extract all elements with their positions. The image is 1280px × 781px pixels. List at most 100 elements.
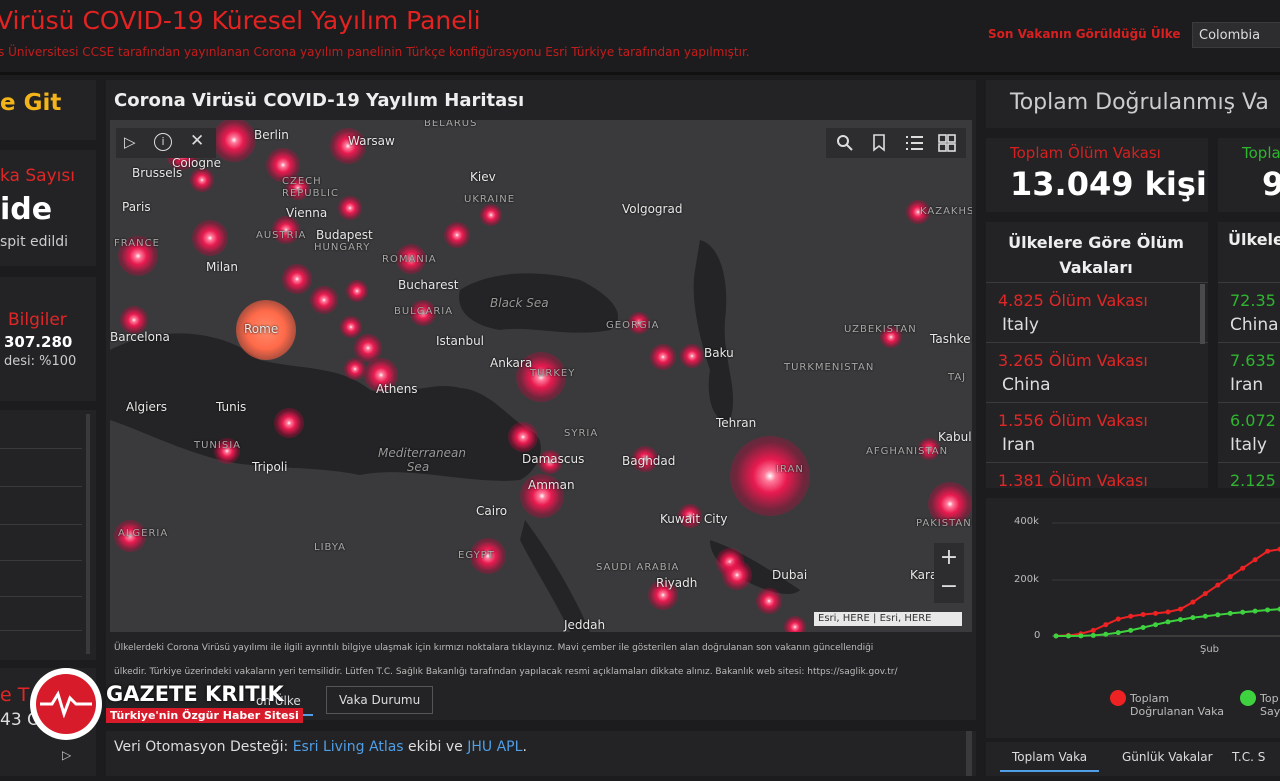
hotspot-marker[interactable]: [282, 264, 312, 294]
country-name: Iran: [1230, 375, 1264, 395]
hotspot-marker[interactable]: [340, 316, 362, 338]
list-item[interactable]: 72.35 China: [1218, 282, 1280, 342]
data-point[interactable]: [1090, 632, 1096, 638]
hotspot-marker[interactable]: [784, 616, 806, 632]
list-item[interactable]: 1.381 Ölüm Vakası: [986, 462, 1208, 488]
list-item[interactable]: 1.556 Ölüm Vakası Iran: [986, 402, 1208, 462]
footer-suffix: .: [522, 739, 527, 755]
hotspot-marker[interactable]: [508, 422, 538, 452]
data-point[interactable]: [1240, 609, 1246, 615]
hotspot-marker[interactable]: [444, 222, 470, 248]
data-point[interactable]: [1090, 627, 1096, 633]
data-point[interactable]: [1128, 613, 1134, 619]
data-point[interactable]: [1177, 606, 1183, 612]
hotspot-marker[interactable]: [190, 168, 214, 192]
bookmark-icon[interactable]: [872, 134, 886, 152]
list-item[interactable]: 6.072 Italy: [1218, 402, 1280, 462]
data-point[interactable]: [1153, 610, 1159, 616]
hotspot-marker[interactable]: [756, 588, 782, 614]
list-scrollbar[interactable]: [1200, 284, 1205, 344]
hotspot-marker[interactable]: [310, 286, 338, 314]
data-point[interactable]: [1240, 565, 1246, 571]
data-point[interactable]: [1227, 610, 1233, 616]
data-point[interactable]: [1265, 607, 1271, 613]
jhu-apl-link[interactable]: JHU APL: [467, 739, 522, 755]
data-point[interactable]: [1165, 609, 1171, 615]
data-point[interactable]: [1128, 627, 1134, 633]
cases-line-chart[interactable]: [986, 498, 1280, 668]
layer-list-icon[interactable]: [906, 134, 924, 152]
hotspot-marker[interactable]: [650, 344, 676, 370]
footer-credits: Veri Otomasyon Desteği: Esri Living Atla…: [114, 739, 527, 755]
legend-label-line: Say: [1260, 705, 1280, 718]
red-sea: [520, 520, 590, 632]
data-point[interactable]: [1065, 633, 1071, 639]
info-icon[interactable]: i: [154, 133, 172, 151]
map-label: Brussels: [132, 166, 183, 180]
data-point[interactable]: [1103, 622, 1109, 628]
map-label: Vienna: [286, 206, 328, 220]
map-label: UKRAINE: [464, 194, 516, 205]
data-point[interactable]: [1202, 613, 1208, 619]
data-point[interactable]: [1103, 631, 1109, 637]
close-icon[interactable]: ✕: [190, 131, 204, 151]
data-point[interactable]: [1053, 633, 1059, 639]
data-point[interactable]: [1202, 591, 1208, 597]
tab-daily-cases[interactable]: Günlük Vakalar: [1110, 742, 1225, 772]
hotspot-marker[interactable]: [192, 220, 228, 256]
map-label: ALGERIA: [118, 528, 169, 539]
hotspot-marker-tehran[interactable]: [730, 436, 810, 516]
data-point[interactable]: [1265, 548, 1271, 554]
data-point[interactable]: [1215, 612, 1221, 618]
data-point[interactable]: [1153, 622, 1159, 628]
country-name: China: [1230, 315, 1279, 335]
data-point[interactable]: [1190, 599, 1196, 605]
footer-scrollbar[interactable]: [966, 731, 972, 776]
tab-tc-health[interactable]: T.C. S: [1220, 742, 1277, 772]
next-arrow-icon[interactable]: ▷: [62, 748, 71, 762]
zoom-in-icon[interactable]: +: [934, 543, 964, 573]
data-point[interactable]: [1177, 617, 1183, 623]
footer-prefix: Veri Otomasyon Desteği:: [114, 739, 293, 755]
death-count: 4.825 Ölüm Vakası: [998, 291, 1148, 310]
list-item[interactable]: 4.825 Ölüm Vakası Italy: [986, 282, 1208, 342]
watermark-tagline: Türkiye'nin Özgür Haber Sitesi: [106, 708, 303, 723]
data-point[interactable]: [1115, 616, 1121, 622]
esri-living-atlas-link[interactable]: Esri Living Atlas: [293, 739, 404, 755]
tab-case-status[interactable]: Vaka Durumu: [326, 686, 434, 714]
data-point[interactable]: [1165, 619, 1171, 625]
goto-label[interactable]: e Git: [0, 90, 61, 116]
data-point[interactable]: [1227, 574, 1233, 580]
last-case-country-select[interactable]: Colombia: [1192, 22, 1280, 48]
deaths-by-country-title: Ülkelere Göre Ölüm Vakaları: [1008, 233, 1184, 277]
data-point[interactable]: [1190, 615, 1196, 621]
data-point[interactable]: [1140, 625, 1146, 631]
country-list-panel: [0, 410, 96, 660]
data-point[interactable]: [1115, 630, 1121, 636]
hotspot-marker[interactable]: [722, 560, 752, 590]
zoom-out-icon[interactable]: −: [934, 573, 964, 603]
play-icon[interactable]: ▷: [124, 133, 136, 151]
data-point[interactable]: [1078, 633, 1084, 639]
search-icon[interactable]: [836, 134, 854, 152]
list-item[interactable]: 2.125: [1218, 462, 1280, 488]
hotspot-marker[interactable]: [274, 408, 304, 438]
hotspot-marker[interactable]: [480, 204, 502, 226]
map-label: AUSTRIA: [256, 230, 307, 241]
map-label: Warsaw: [348, 134, 395, 148]
list-item[interactable]: 7.635 Iran: [1218, 342, 1280, 402]
data-point[interactable]: [1252, 557, 1258, 563]
data-point[interactable]: [1215, 582, 1221, 588]
basemap-gallery-icon[interactable]: [938, 134, 956, 152]
hotspot-marker[interactable]: [344, 358, 366, 380]
list-item[interactable]: 3.265 Ölüm Vakası China: [986, 342, 1208, 402]
map-canvas[interactable]: Berlin Warsaw BELARUS Cologne Brussels C…: [110, 120, 972, 632]
info-note: desi: %100: [4, 354, 77, 369]
data-point[interactable]: [1140, 612, 1146, 618]
tab-total-cases[interactable]: Toplam Vaka: [1000, 742, 1100, 772]
list-scrollbar[interactable]: [86, 414, 90, 654]
list-divider: [0, 630, 82, 631]
hotspot-marker[interactable]: [680, 344, 704, 368]
hotspot-marker[interactable]: [346, 280, 368, 302]
data-point[interactable]: [1252, 608, 1258, 614]
